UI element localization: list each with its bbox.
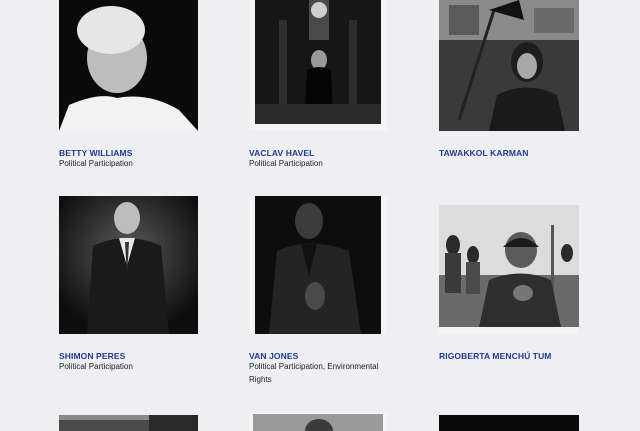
portrait-photo-row3-3[interactable] xyxy=(439,415,579,431)
portrait-image xyxy=(253,414,383,431)
portrait-image xyxy=(439,0,579,131)
portrait-photo-betty-williams[interactable] xyxy=(59,0,198,131)
portrait-photo-vaclav-havel[interactable] xyxy=(249,0,387,131)
portrait-photo-row3-2[interactable] xyxy=(249,412,387,431)
person-category: Political Participation xyxy=(249,159,323,168)
portrait-photo-rigoberta-menchu-tum[interactable] xyxy=(439,205,579,334)
portrait-image xyxy=(255,196,381,334)
portrait-photo-tawakkol-karman[interactable] xyxy=(439,0,579,131)
person-category: Political Participation xyxy=(59,362,133,371)
portrait-image xyxy=(439,205,579,327)
portrait-image xyxy=(59,196,198,334)
portrait-photo-row3-1[interactable] xyxy=(59,415,198,431)
portrait-gallery: BETTY WILLIAMS Political Participation V… xyxy=(0,0,640,431)
person-category: Political Participation, Environmental R… xyxy=(249,362,379,384)
portrait-image xyxy=(255,0,381,124)
person-category: Political Participation xyxy=(59,159,133,168)
portrait-photo-shimon-peres[interactable] xyxy=(59,196,198,334)
portrait-image xyxy=(59,415,198,431)
portrait-image xyxy=(59,0,198,131)
person-name-link[interactable]: TAWAKKOL KARMAN xyxy=(439,148,528,158)
portrait-image xyxy=(439,415,579,431)
portrait-photo-van-jones[interactable] xyxy=(249,196,387,334)
person-name-link[interactable]: RIGOBERTA MENCHÚ TUM xyxy=(439,351,552,361)
